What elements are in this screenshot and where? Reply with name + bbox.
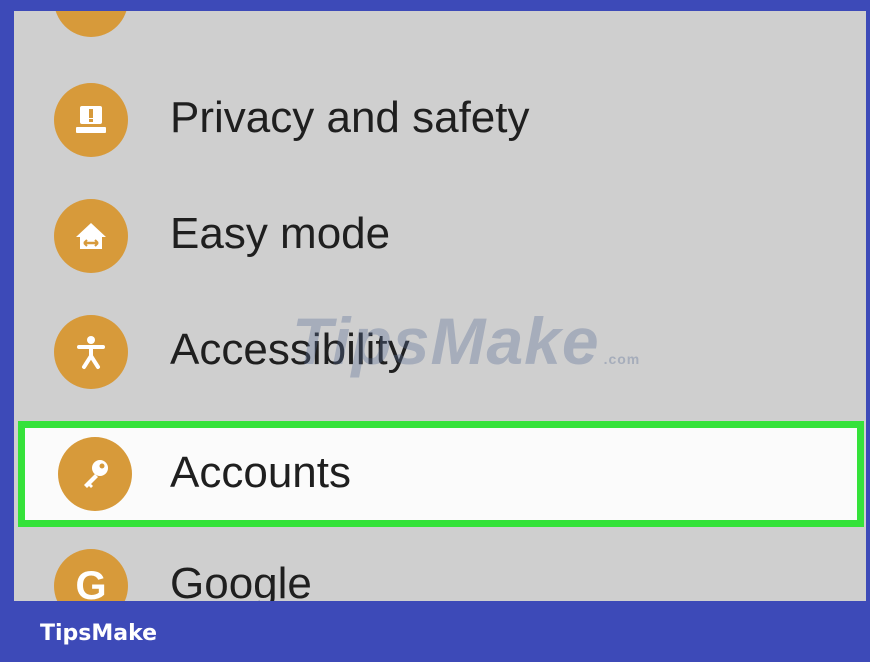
settings-item-label: Accounts <box>170 448 351 497</box>
frame-right <box>866 0 870 662</box>
frame-left <box>0 0 14 662</box>
settings-item-previous[interactable] <box>14 11 866 57</box>
frame-top <box>0 0 870 11</box>
settings-item-easy-mode[interactable]: Easy mode <box>14 177 866 293</box>
brand-logo: TipsMake <box>40 621 158 646</box>
settings-item-label: Accessibility <box>170 325 410 374</box>
settings-item-label: Google <box>170 559 312 601</box>
easy-mode-icon <box>54 199 128 273</box>
settings-item-google[interactable]: G Google <box>14 527 866 601</box>
settings-item-accessibility[interactable]: Accessibility <box>14 293 866 409</box>
key-icon <box>58 437 132 511</box>
google-icon: G <box>54 549 128 601</box>
settings-item-label: Privacy and safety <box>170 93 530 142</box>
footer-bar: TipsMake <box>0 601 870 662</box>
previous-item-icon <box>54 11 128 37</box>
google-icon-glyph: G <box>75 563 107 602</box>
accessibility-icon <box>54 315 128 389</box>
settings-screen: Privacy and safety Easy mode Accessibili… <box>14 11 866 601</box>
privacy-icon <box>54 83 128 157</box>
settings-item-privacy[interactable]: Privacy and safety <box>14 61 866 177</box>
settings-item-accounts[interactable]: Accounts <box>18 421 864 527</box>
settings-item-label: Easy mode <box>170 209 391 258</box>
